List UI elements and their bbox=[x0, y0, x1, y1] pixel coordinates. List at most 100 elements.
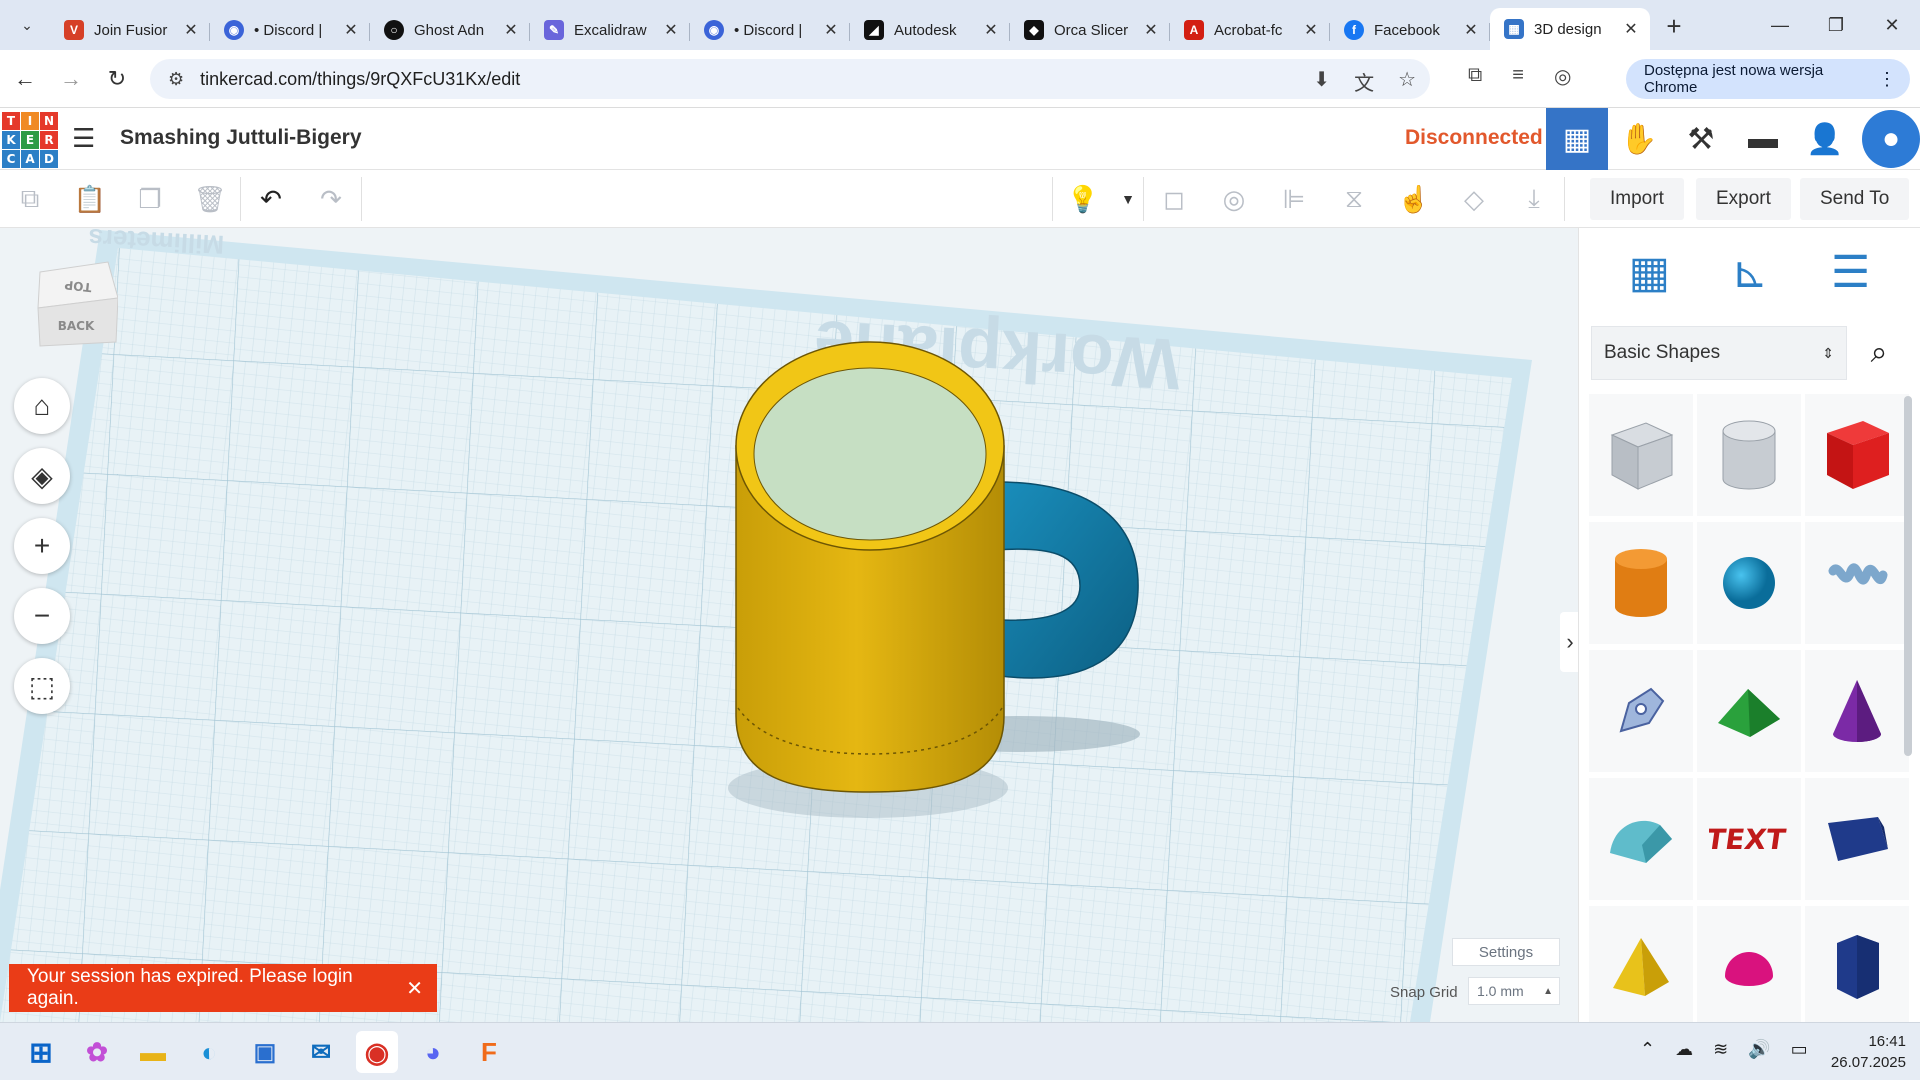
discord-button[interactable]: ◕ bbox=[412, 1031, 454, 1073]
close-window-button[interactable]: ✕ bbox=[1864, 0, 1920, 50]
browser-tab-active[interactable]: ▦ 3D design ✕ bbox=[1490, 8, 1650, 50]
duplicate-button[interactable]: ❐ bbox=[120, 170, 180, 228]
bricks-mode-button[interactable]: ▬ bbox=[1732, 108, 1794, 170]
copilot-button[interactable]: ✿ bbox=[76, 1031, 118, 1073]
light-dropdown[interactable]: ▼ bbox=[1113, 170, 1143, 228]
mirror-button[interactable]: ⧖ bbox=[1324, 170, 1384, 228]
close-toast-icon[interactable]: ✕ bbox=[406, 976, 423, 1001]
sim-lab-mode-button[interactable]: ✋ bbox=[1608, 108, 1670, 170]
close-icon[interactable]: ✕ bbox=[1142, 20, 1160, 40]
close-icon[interactable]: ✕ bbox=[1462, 20, 1480, 40]
browser-tab[interactable]: ○ Ghost Adn ✕ bbox=[370, 10, 530, 50]
close-icon[interactable]: ✕ bbox=[182, 20, 200, 40]
workplane-button[interactable]: ◇ bbox=[1444, 170, 1504, 228]
design-title[interactable]: Smashing Juttuli-Bigery bbox=[120, 126, 362, 150]
shape-text[interactable]: TEXT bbox=[1697, 778, 1801, 900]
3d-viewport[interactable]: Workplane Millimeters TOP BACK ⌂ ◈ + − ⬚… bbox=[0, 228, 1578, 1022]
reload-button[interactable]: ↻ bbox=[96, 58, 138, 100]
wifi-icon[interactable]: ≋ bbox=[1713, 1039, 1728, 1060]
forward-button[interactable]: → bbox=[50, 58, 92, 100]
send-to-button[interactable]: Send To bbox=[1800, 178, 1910, 220]
cruise-button[interactable]: ☝ bbox=[1384, 170, 1444, 228]
avatar[interactable]: ● bbox=[1862, 110, 1920, 168]
tab-search-button[interactable]: ⌄ bbox=[10, 8, 44, 42]
outlook-button[interactable]: ✉ bbox=[300, 1031, 342, 1073]
chrome-update-button[interactable]: Dostępna jest nowa wersja Chrome ⋮ bbox=[1626, 59, 1910, 99]
shape-cone[interactable] bbox=[1805, 650, 1909, 772]
shape-sphere[interactable] bbox=[1697, 522, 1801, 644]
fusion-button[interactable]: F bbox=[468, 1031, 510, 1073]
perspective-button[interactable]: ⬚ bbox=[14, 658, 70, 714]
more-menu-icon[interactable]: ⋮ bbox=[1878, 69, 1896, 90]
restore-button[interactable]: ❐ bbox=[1808, 0, 1864, 50]
ruler-panel-button[interactable]: ⊾ bbox=[1720, 242, 1780, 302]
close-icon[interactable]: ✕ bbox=[342, 20, 360, 40]
new-tab-button[interactable]: + bbox=[1656, 8, 1692, 44]
design-list-button[interactable]: ☰ bbox=[72, 124, 102, 152]
fit-view-button[interactable]: ◈ bbox=[14, 448, 70, 504]
blocks-mode-button[interactable]: ⚒ bbox=[1670, 108, 1732, 170]
edge-button[interactable]: ◐ bbox=[188, 1031, 230, 1073]
chevron-up-icon[interactable]: ⌃ bbox=[1640, 1039, 1655, 1060]
workplane-scene[interactable]: Workplane Millimeters bbox=[0, 228, 1578, 1022]
extensions-icon[interactable]: ⧉ bbox=[1468, 64, 1482, 89]
shape-box[interactable] bbox=[1805, 394, 1909, 516]
minimize-button[interactable]: — bbox=[1752, 0, 1808, 50]
settings-button[interactable]: Settings bbox=[1452, 938, 1560, 966]
onedrive-icon[interactable]: ☁ bbox=[1675, 1039, 1693, 1060]
volume-icon[interactable]: 🔊 bbox=[1748, 1039, 1770, 1060]
light-button[interactable]: 💡 bbox=[1053, 170, 1113, 228]
file-explorer-button[interactable]: ▬ bbox=[132, 1031, 174, 1073]
copy-button[interactable]: ⧉ bbox=[0, 170, 60, 228]
browser-tab[interactable]: ◢ Autodesk ✕ bbox=[850, 10, 1010, 50]
browser-tab[interactable]: ◉ • Discord | ✕ bbox=[690, 10, 850, 50]
profile-icon[interactable]: ◎ bbox=[1554, 64, 1571, 89]
back-button[interactable]: ← bbox=[4, 58, 46, 100]
close-icon[interactable]: ✕ bbox=[502, 20, 520, 40]
grid-panel-button[interactable]: ▦ bbox=[1619, 242, 1679, 302]
url-text[interactable]: tinkercad.com/things/9rQXFcU31Kx/edit bbox=[200, 69, 520, 90]
drop-button[interactable]: ⤓ bbox=[1504, 170, 1564, 228]
store-button[interactable]: ▣ bbox=[244, 1031, 286, 1073]
browser-tab[interactable]: ✎ Excalidraw ✕ bbox=[530, 10, 690, 50]
view-cube-back[interactable]: BACK bbox=[58, 319, 95, 333]
home-view-button[interactable]: ⌂ bbox=[14, 378, 70, 434]
close-icon[interactable]: ✕ bbox=[1302, 20, 1320, 40]
panel-collapse-button[interactable]: › bbox=[1560, 612, 1578, 672]
shape-cylinder[interactable] bbox=[1589, 522, 1693, 644]
view-cube-top[interactable]: TOP bbox=[64, 278, 93, 295]
shape-polygon-pen[interactable] bbox=[1589, 650, 1693, 772]
clock[interactable]: 16:41 26.07.2025 bbox=[1826, 1031, 1906, 1073]
shape-wedge-box[interactable] bbox=[1805, 778, 1909, 900]
browser-tab[interactable]: V Join Fusior ✕ bbox=[50, 10, 210, 50]
undo-button[interactable]: ↶ bbox=[241, 170, 301, 228]
shape-pyramid[interactable] bbox=[1589, 906, 1693, 1028]
delete-button[interactable]: 🗑 bbox=[180, 170, 240, 228]
shape-roof[interactable] bbox=[1697, 650, 1801, 772]
translate-icon[interactable]: 文 bbox=[1354, 67, 1374, 96]
panel-scrollbar[interactable] bbox=[1904, 396, 1912, 756]
close-icon[interactable]: ✕ bbox=[1622, 19, 1640, 39]
paste-button[interactable]: 📋 bbox=[60, 170, 120, 228]
browser-tab[interactable]: A Acrobat-fc ✕ bbox=[1170, 10, 1330, 50]
close-icon[interactable]: ✕ bbox=[662, 20, 680, 40]
omnibox[interactable]: ⚙ tinkercad.com/things/9rQXFcU31Kx/edit … bbox=[150, 59, 1430, 99]
bookmark-star-icon[interactable]: ☆ bbox=[1398, 67, 1416, 96]
shape-round-roof[interactable] bbox=[1589, 778, 1693, 900]
shape-scribble[interactable] bbox=[1805, 522, 1909, 644]
browser-tab[interactable]: ◉ • Discord | ✕ bbox=[210, 10, 370, 50]
install-app-icon[interactable]: ⬇ bbox=[1313, 67, 1330, 96]
shape-cylinder-hole[interactable] bbox=[1697, 394, 1801, 516]
export-button[interactable]: Export bbox=[1696, 178, 1791, 220]
tinkercad-logo[interactable]: T I N K E R C A D bbox=[2, 112, 58, 168]
align-button[interactable]: ⊫ bbox=[1264, 170, 1324, 228]
shape-search-button[interactable]: ⌕ bbox=[1851, 326, 1907, 380]
import-button[interactable]: Import bbox=[1590, 178, 1684, 220]
close-icon[interactable]: ✕ bbox=[822, 20, 840, 40]
3d-design-mode-button[interactable]: ▦ bbox=[1546, 108, 1608, 170]
view-cube[interactable]: TOP BACK bbox=[32, 258, 118, 348]
site-settings-icon[interactable]: ⚙ bbox=[168, 69, 184, 90]
shape-half-sphere[interactable] bbox=[1697, 906, 1801, 1028]
media-control-icon[interactable]: ≡ bbox=[1512, 64, 1524, 89]
view-cube-graphic[interactable]: TOP BACK bbox=[32, 258, 118, 348]
